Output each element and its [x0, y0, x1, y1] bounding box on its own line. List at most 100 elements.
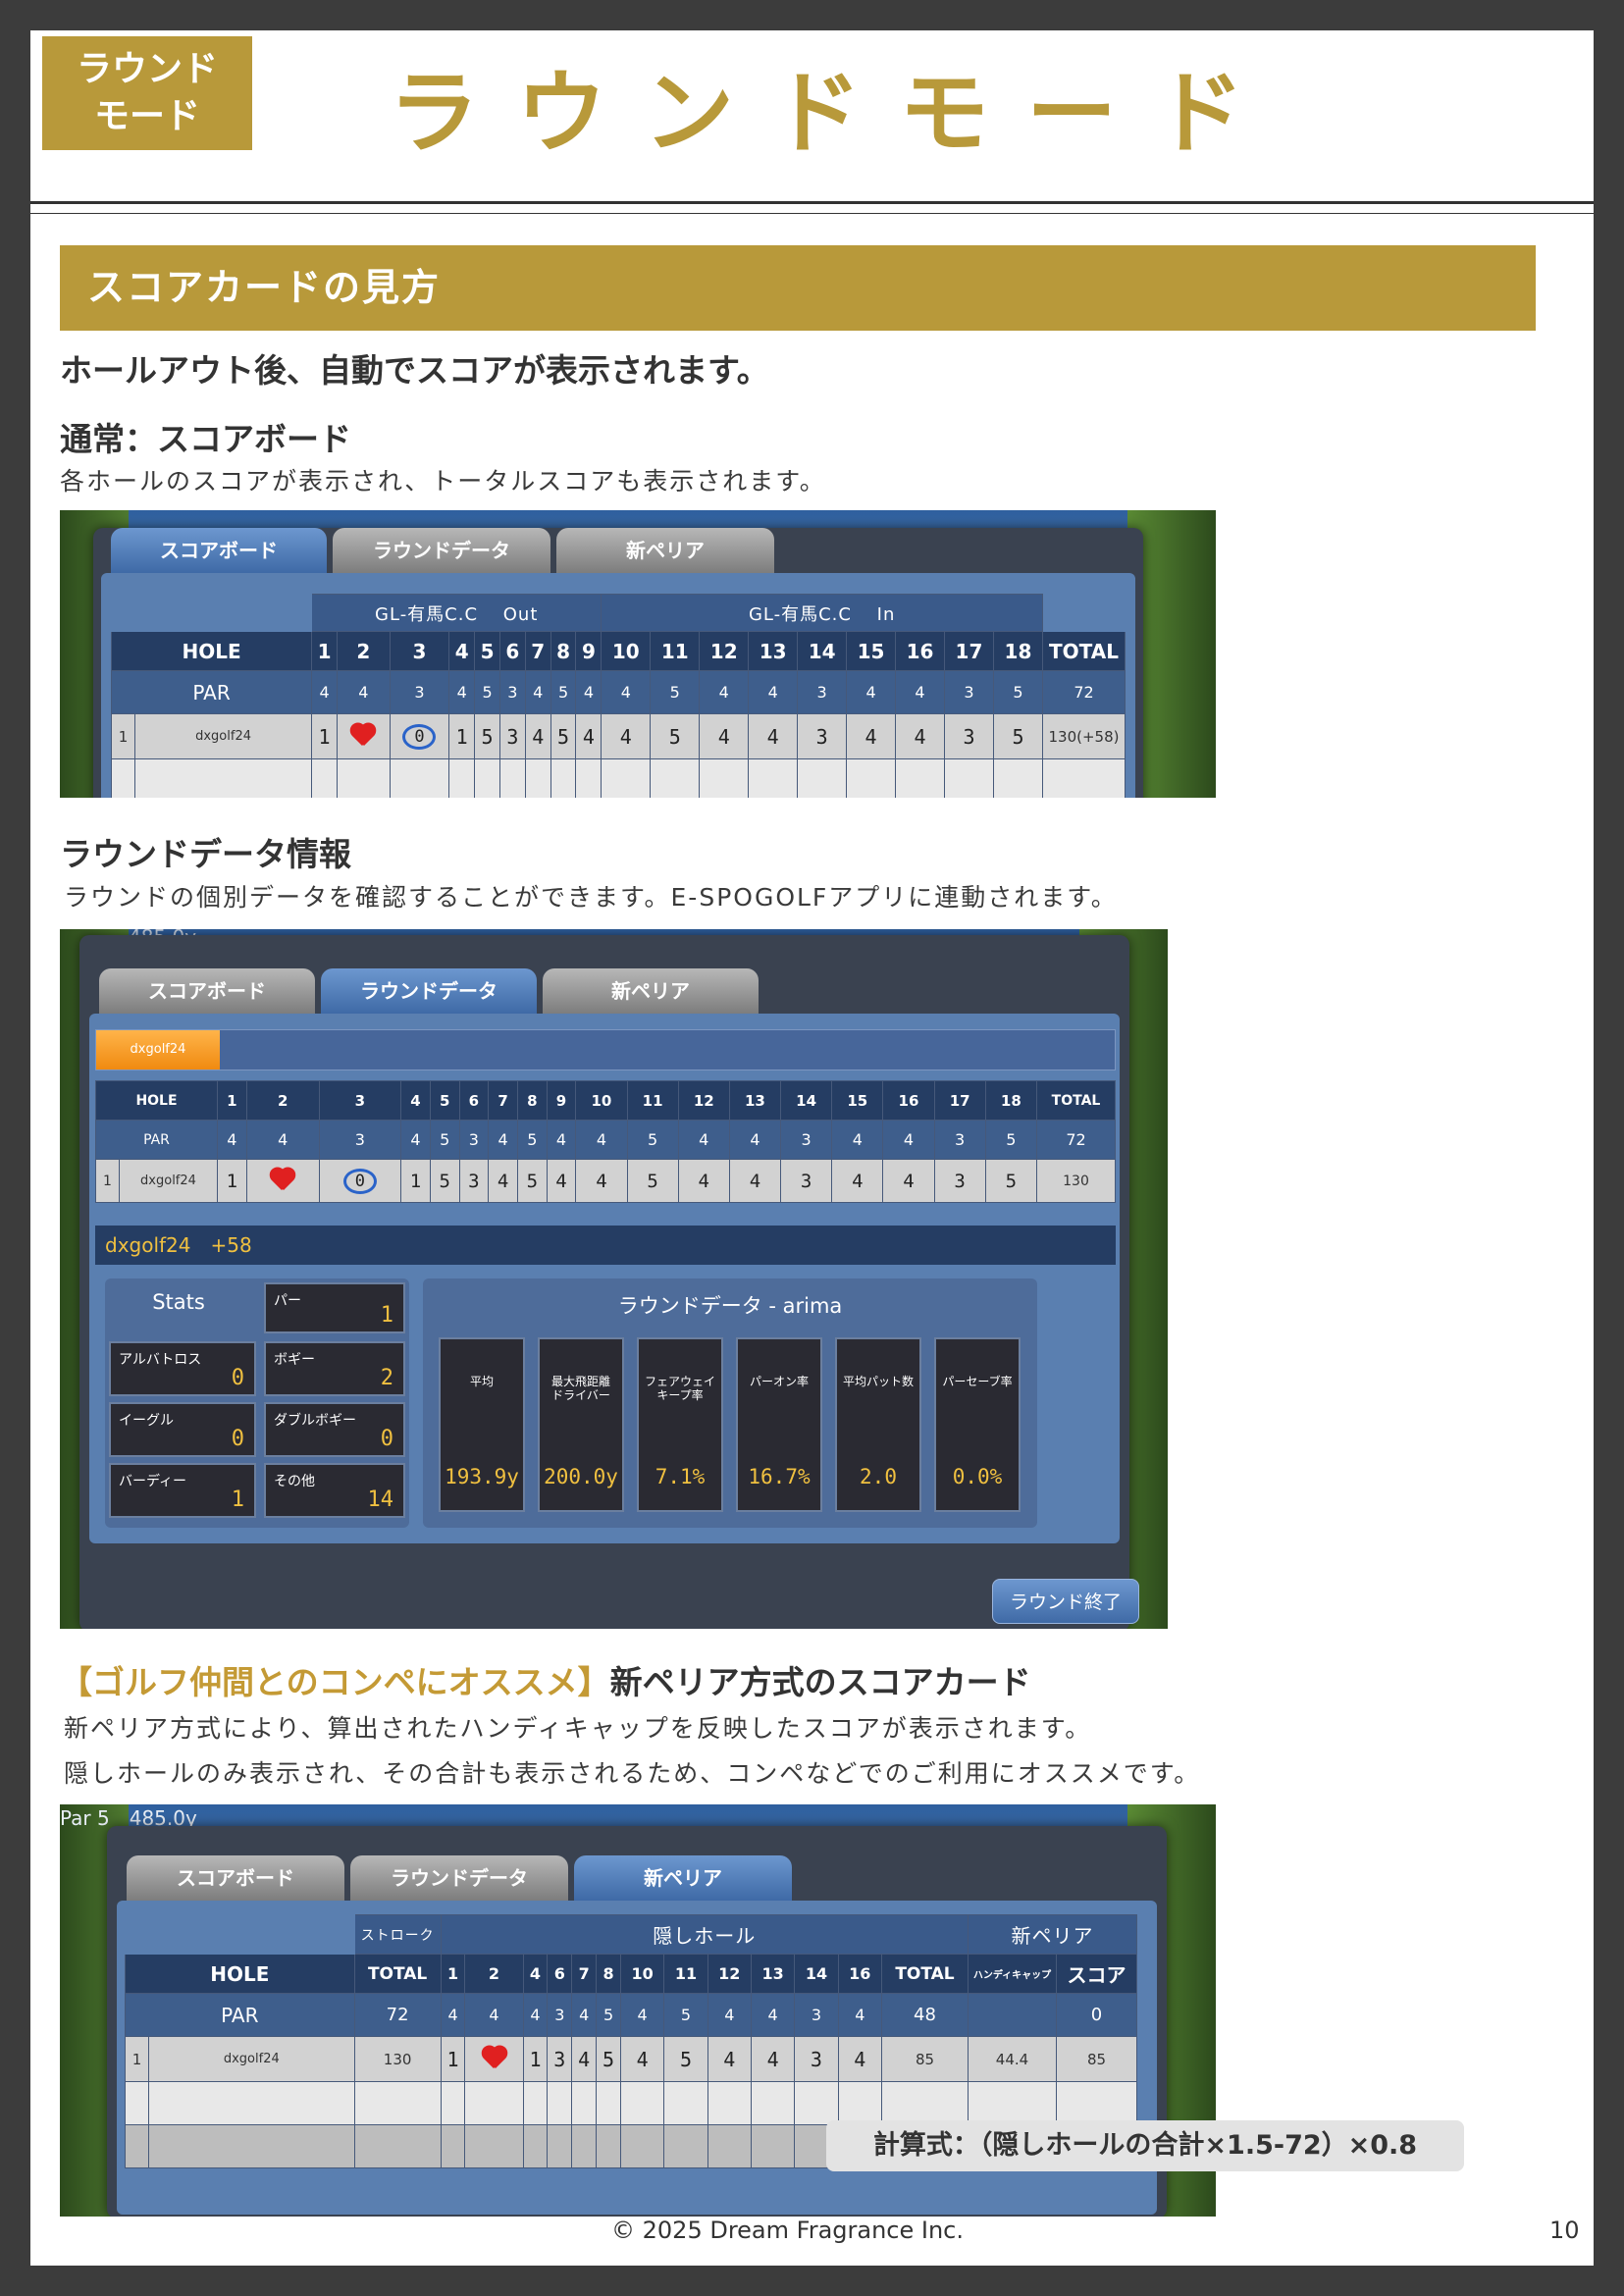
hole-number: 9 [575, 631, 602, 671]
par-value: 3 [458, 1120, 490, 1160]
tab-rounddata[interactable]: ラウンドデータ [333, 528, 550, 573]
rounddata-stat-value: 2.0 [860, 1465, 897, 1488]
hidden-par-value: 4 [571, 1993, 598, 2037]
mode-tag: ラウンド モード [42, 36, 252, 150]
par-value: 5 [626, 1120, 679, 1160]
par-value: 3 [797, 670, 848, 714]
par-value: 3 [389, 670, 450, 714]
par-value: 3 [933, 1120, 986, 1160]
hole-number: 3 [318, 1080, 402, 1121]
par-total: 72 [353, 1993, 442, 2037]
par-value: 5 [984, 1120, 1038, 1160]
tab-rounddata[interactable]: ラウンドデータ [321, 968, 537, 1014]
stroke-header: ストローク [353, 1914, 442, 1955]
rounddata-stat-box: 平均 193.9y [439, 1337, 525, 1512]
heart-mark-icon [480, 2047, 509, 2066]
stat-albatross: アルバトロス 0 [109, 1341, 256, 1396]
par-total: 72 [1042, 670, 1126, 714]
hole-number: 11 [626, 1080, 679, 1121]
end-round-button[interactable]: ラウンド終了 [992, 1579, 1139, 1624]
player-tab-dxgolf24[interactable]: dxgolf24 [96, 1030, 220, 1070]
hidden-hole-number: 4 [522, 1954, 549, 1994]
hidden-hole-number: 13 [750, 1954, 796, 1994]
hole-number: 17 [944, 631, 994, 671]
hole-score: 4 [575, 1159, 628, 1203]
stats-title: Stats [152, 1290, 205, 1314]
player-number: 1 [95, 1159, 120, 1203]
hidden-hole-score: 4 [750, 2036, 796, 2082]
hole-number: 8 [550, 631, 577, 671]
hole-score: 0 [318, 1159, 402, 1203]
score-label: スコア [1056, 1954, 1137, 1994]
stat-double-bogey: ダブルボギー 0 [264, 1402, 405, 1457]
par-value: 4 [677, 1120, 730, 1160]
hidden-hole-number: 7 [571, 1954, 598, 1994]
tab-newperia[interactable]: 新ペリア [543, 968, 759, 1014]
hole-score: 4 [601, 713, 652, 759]
hidden-hole-score: 3 [794, 2036, 839, 2082]
par-value: 5 [550, 670, 577, 714]
hole-score: 5 [626, 1159, 679, 1203]
par-value: 4 [895, 670, 945, 714]
stat-eagle: イーグル 0 [109, 1402, 256, 1457]
stats-panel: Stats パー 1 アルバトロス 0 ボギー 2 イーグル 0 ダブルボギー 0 バーデ… [105, 1278, 409, 1528]
hidden-par-value: 5 [663, 1993, 708, 2037]
hole-score: 5 [550, 713, 577, 759]
handicap-label: ハンディキャップ [968, 1954, 1057, 1994]
par-value: 4 [217, 1120, 247, 1160]
hidden-par-value: 4 [707, 1993, 752, 2037]
tab-scoreboard[interactable]: スコアボード [99, 968, 315, 1014]
tab-newperia[interactable]: 新ペリア [574, 1855, 792, 1901]
hole-number: 5 [429, 1080, 460, 1121]
tab-scoreboard[interactable]: スコアボード [127, 1855, 344, 1901]
hole-number: 6 [458, 1080, 490, 1121]
hole-number: 1 [217, 1080, 247, 1121]
rounddata-stat-label: パーオン率 [749, 1375, 809, 1388]
hidden-par-value: 4 [440, 1993, 466, 2037]
hole-score: 5 [992, 713, 1044, 759]
hidden-total-label: TOTAL [881, 1954, 969, 1994]
hidden-hole-number: 14 [794, 1954, 839, 1994]
heart-mark-icon [268, 1169, 297, 1188]
tab-newperia[interactable]: 新ペリア [556, 528, 774, 573]
hidden-par-value: 4 [464, 1993, 524, 2037]
hole-score: 4 [575, 713, 602, 759]
hole-number: 7 [524, 631, 551, 671]
hidden-hole-score [464, 2036, 524, 2082]
hole-score: 4 [546, 1159, 577, 1203]
hidden-hole-number: 11 [663, 1954, 708, 1994]
hole-number: 18 [984, 1080, 1038, 1121]
stat-other: その他 14 [264, 1463, 405, 1518]
tab-scoreboard[interactable]: スコアボード [111, 528, 327, 573]
hole-number: 13 [748, 631, 799, 671]
net-score: 85 [1056, 2036, 1137, 2082]
hole-score: 3 [797, 713, 848, 759]
hole-score: 4 [831, 1159, 884, 1203]
hole-score: 5 [984, 1159, 1038, 1203]
peoria-heading-bracket: 【ゴルフ仲間とのコンペにオススメ】 [60, 1663, 610, 1701]
par-value: 4 [245, 1120, 320, 1160]
par-value: 3 [944, 670, 994, 714]
scoreboard-screenshot: スコアボード ラウンドデータ 新ペリア GL-有馬C.C Out GL-有馬C.C… [60, 510, 1216, 798]
header-rule-bottom [30, 213, 1594, 214]
lead-text: ホールアウト後、自動でスコアが表示されます。 [60, 351, 769, 390]
hidden-par-value: 5 [596, 1993, 621, 2037]
section-title: スコアカードの見方 [60, 245, 1536, 331]
player-name: dxgolf24 [133, 713, 313, 759]
peoria-desc-1: 新ペリア方式により、算出されたハンディキャップを反映したスコアが表示されます。 [64, 1714, 1092, 1743]
stat-par: パー 1 [264, 1282, 405, 1333]
hole-score: 3 [458, 1159, 490, 1203]
hidden-hole-number: 8 [596, 1954, 621, 1994]
tab-rounddata[interactable]: ラウンドデータ [350, 1855, 568, 1901]
stat-bogey: ボギー 2 [264, 1341, 405, 1396]
hole-number: 10 [601, 631, 652, 671]
rounddata-stat-box: フェアウェイ キープ率 7.1% [637, 1337, 723, 1512]
hidden-hole-number: 16 [837, 1954, 883, 1994]
hole-score: 4 [488, 1159, 518, 1203]
hole-score: 4 [677, 1159, 730, 1203]
rounddata-stat-label: パーセーブ率 [942, 1375, 1013, 1388]
hidden-hole-score: 4 [707, 2036, 752, 2082]
hole-number: 3 [389, 631, 450, 671]
page-number: 10 [1549, 2217, 1580, 2244]
hole-label: HOLE [110, 631, 313, 671]
